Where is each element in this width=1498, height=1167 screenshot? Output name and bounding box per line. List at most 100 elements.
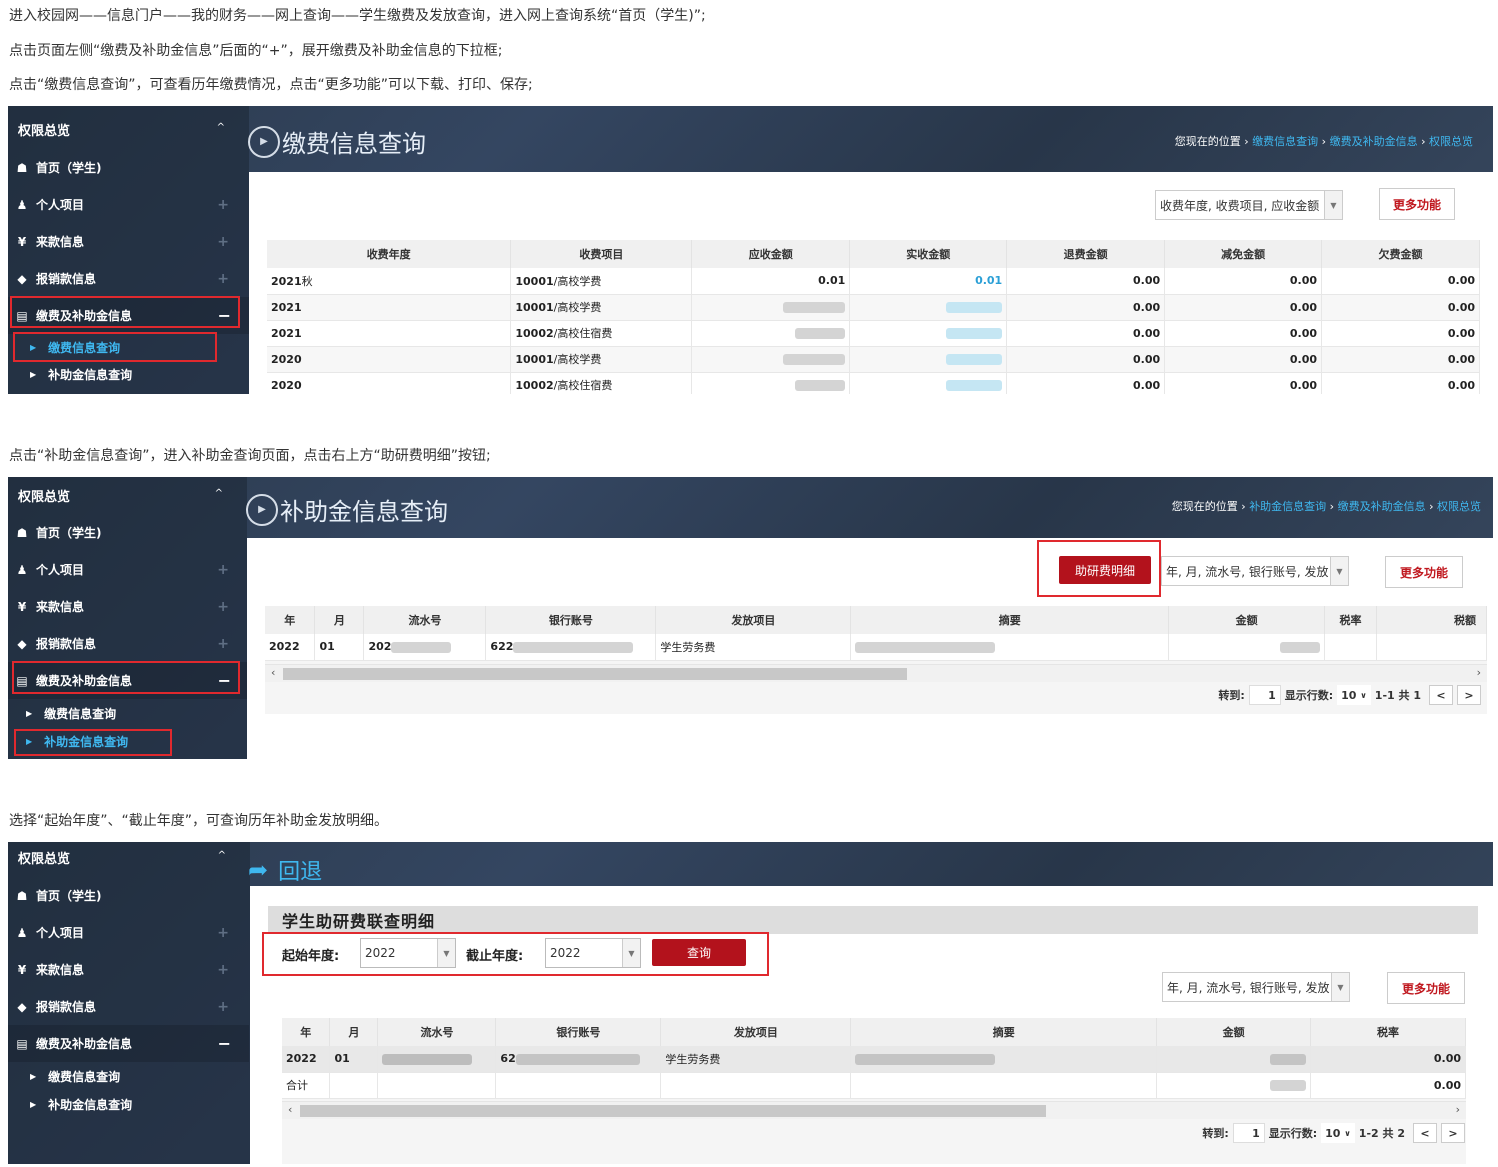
scroll-right-icon[interactable]: › bbox=[1477, 666, 1481, 679]
sidebar-item-personal[interactable]: ♟ 个人项目 + bbox=[8, 186, 249, 223]
plus-icon[interactable]: + bbox=[217, 197, 229, 213]
table-row[interactable]: 2021 10002/高校住宿费 0.00 0.00 0.00 bbox=[267, 320, 1480, 347]
plus-icon[interactable]: + bbox=[217, 271, 229, 287]
plus-icon[interactable]: + bbox=[217, 234, 229, 250]
sidebar-item-fees[interactable]: ▤ 缴费及补助金信息 − bbox=[8, 1025, 249, 1062]
table-row[interactable]: 2021秋 10001/高校学费 0.01 0.01 0.00 0.00 0.0… bbox=[267, 268, 1480, 295]
sidebar-item-home[interactable]: ☗ 首页（学生) bbox=[8, 514, 249, 551]
more-functions-button[interactable]: 更多功能 bbox=[1385, 556, 1463, 588]
caret-right-icon: ▶ bbox=[30, 1071, 37, 1081]
column-header[interactable]: 减免金额 bbox=[1164, 240, 1323, 268]
chevron-up-icon[interactable]: ^ bbox=[215, 488, 223, 499]
column-header[interactable]: 税额 bbox=[1376, 606, 1487, 634]
column-header[interactable]: 金额 bbox=[1156, 1018, 1312, 1046]
breadcrumb-link[interactable]: 补助金信息查询 bbox=[1249, 500, 1326, 513]
breadcrumb-link[interactable]: 缴费信息查询 bbox=[1252, 135, 1318, 148]
table-row[interactable]: 2022 01 202 622 学生劳务费 bbox=[265, 634, 1487, 661]
scroll-left-icon[interactable]: ‹ bbox=[271, 666, 275, 679]
breadcrumb-link[interactable]: 权限总览 bbox=[1437, 500, 1481, 513]
chevron-down-icon[interactable]: ▼ bbox=[1331, 973, 1349, 1001]
plus-icon[interactable]: + bbox=[217, 962, 229, 978]
table-row[interactable]: 2022 01 62 学生劳务费 0.00 bbox=[282, 1046, 1466, 1073]
plus-icon[interactable]: + bbox=[217, 636, 229, 652]
column-header[interactable]: 发放项目 bbox=[655, 606, 852, 634]
prev-page-button[interactable]: < bbox=[1413, 1123, 1437, 1143]
plus-icon[interactable]: + bbox=[217, 599, 229, 615]
column-header[interactable]: 实收金额 bbox=[849, 240, 1008, 268]
column-header[interactable]: 金额 bbox=[1168, 606, 1326, 634]
scrollbar-thumb[interactable] bbox=[283, 668, 907, 680]
sidebar-item-reimburse[interactable]: ◆ 报销款信息 + bbox=[8, 988, 249, 1025]
column-header[interactable]: 退费金额 bbox=[1006, 240, 1166, 268]
goto-page-input[interactable]: 1 bbox=[1248, 685, 1281, 705]
column-select[interactable]: 收费年度, 收费项目, 应收金额 ▼ bbox=[1155, 190, 1343, 220]
column-header[interactable]: 月 bbox=[314, 606, 365, 634]
sidebar-header[interactable]: 权限总览 bbox=[18, 486, 70, 505]
more-functions-button[interactable]: 更多功能 bbox=[1387, 972, 1465, 1004]
column-header[interactable]: 年 bbox=[282, 1018, 331, 1046]
sidebar-sub-subsidy-query[interactable]: ▶ 补助金信息查询 bbox=[8, 1091, 249, 1117]
sidebar-sub-fee-query[interactable]: ▶ 缴费信息查询 bbox=[8, 1063, 249, 1089]
table-row-total[interactable]: 合计 0.00 bbox=[282, 1072, 1466, 1099]
column-header[interactable]: 收费项目 bbox=[510, 240, 693, 268]
rows-per-page-select[interactable]: 10 ∨ bbox=[1337, 685, 1371, 705]
column-header[interactable]: 年 bbox=[265, 606, 316, 634]
column-header[interactable]: 发放项目 bbox=[660, 1018, 852, 1046]
cell-paid[interactable]: 0.01 bbox=[849, 268, 1008, 295]
chevron-down-icon[interactable]: ▼ bbox=[1324, 191, 1342, 219]
next-page-button[interactable]: > bbox=[1457, 685, 1481, 705]
column-header[interactable]: 流水号 bbox=[363, 606, 487, 634]
table-row[interactable]: 2020 10001/高校学费 0.00 0.00 0.00 bbox=[267, 346, 1480, 373]
goto-page-input[interactable]: 1 bbox=[1232, 1123, 1265, 1143]
column-header[interactable]: 税率 bbox=[1310, 1018, 1466, 1046]
goto-label: 转到: bbox=[1218, 689, 1245, 702]
column-header[interactable]: 欠费金额 bbox=[1321, 240, 1480, 268]
sidebar-header[interactable]: 权限总览 bbox=[18, 120, 70, 139]
sidebar-sub-fee-query[interactable]: ▶ 缴费信息查询 bbox=[8, 700, 249, 726]
breadcrumb-link[interactable]: 缴费及补助金信息 bbox=[1338, 500, 1426, 513]
column-header[interactable]: 银行账号 bbox=[495, 1018, 662, 1046]
minus-icon[interactable]: − bbox=[218, 1034, 231, 1053]
table-row[interactable]: 2021 10001/高校学费 0.00 0.00 0.00 bbox=[267, 294, 1480, 321]
back-button[interactable]: ➦ 回退 bbox=[248, 854, 322, 886]
sidebar-item-home[interactable]: ☗ 首页（学生) bbox=[8, 149, 249, 186]
plus-icon[interactable]: + bbox=[217, 562, 229, 578]
more-functions-button[interactable]: 更多功能 bbox=[1379, 188, 1455, 220]
rows-per-page-select[interactable]: 10 ∨ bbox=[1321, 1123, 1355, 1143]
column-select[interactable]: 年, 月, 流水号, 银行账号, 发放 ▼ bbox=[1161, 556, 1349, 586]
column-select[interactable]: 年, 月, 流水号, 银行账号, 发放 ▼ bbox=[1162, 972, 1350, 1002]
sidebar-item-reimburse[interactable]: ◆ 报销款信息 + bbox=[8, 260, 249, 297]
chevron-up-icon[interactable]: ^ bbox=[218, 850, 226, 861]
sidebar-item-personal[interactable]: ♟ 个人项目 + bbox=[8, 914, 249, 951]
plus-icon[interactable]: + bbox=[217, 999, 229, 1015]
sidebar-item-home[interactable]: ☗ 首页（学生) bbox=[8, 877, 249, 914]
scrollbar-thumb[interactable] bbox=[300, 1105, 1046, 1117]
column-header[interactable]: 流水号 bbox=[377, 1018, 497, 1046]
column-header[interactable]: 收费年度 bbox=[267, 240, 512, 268]
column-header[interactable]: 银行账号 bbox=[485, 606, 657, 634]
chevron-up-icon[interactable]: ^ bbox=[217, 122, 225, 133]
sidebar-item-income[interactable]: ¥ 来款信息 + bbox=[8, 588, 249, 625]
column-header[interactable]: 税率 bbox=[1324, 606, 1378, 634]
column-header[interactable]: 摘要 bbox=[850, 1018, 1158, 1046]
horizontal-scrollbar[interactable]: ‹ › bbox=[265, 664, 1487, 682]
sidebar-sub-subsidy-query[interactable]: ▶ 补助金信息查询 bbox=[8, 361, 249, 387]
prev-page-button[interactable]: < bbox=[1429, 685, 1453, 705]
breadcrumb-link[interactable]: 权限总览 bbox=[1429, 135, 1473, 148]
sidebar-item-reimburse[interactable]: ◆ 报销款信息 + bbox=[8, 625, 249, 662]
plus-icon[interactable]: + bbox=[217, 925, 229, 941]
sidebar-item-personal[interactable]: ♟ 个人项目 + bbox=[8, 551, 249, 588]
chevron-down-icon[interactable]: ▼ bbox=[1330, 557, 1348, 585]
scroll-right-icon[interactable]: › bbox=[1456, 1103, 1460, 1116]
sidebar-header[interactable]: 权限总览 bbox=[18, 848, 70, 867]
column-header[interactable]: 月 bbox=[329, 1018, 379, 1046]
column-header[interactable]: 摘要 bbox=[850, 606, 1170, 634]
table-row[interactable]: 2020 10002/高校住宿费 0.00 0.00 0.00 bbox=[267, 372, 1480, 394]
horizontal-scrollbar[interactable]: ‹ › bbox=[282, 1101, 1466, 1119]
sidebar-item-income[interactable]: ¥ 来款信息 + bbox=[8, 951, 249, 988]
breadcrumb-link[interactable]: 缴费及补助金信息 bbox=[1330, 135, 1418, 148]
next-page-button[interactable]: > bbox=[1441, 1123, 1465, 1143]
scroll-left-icon[interactable]: ‹ bbox=[288, 1103, 292, 1116]
column-header[interactable]: 应收金额 bbox=[691, 240, 851, 268]
sidebar-item-income[interactable]: ¥ 来款信息 + bbox=[8, 223, 249, 260]
